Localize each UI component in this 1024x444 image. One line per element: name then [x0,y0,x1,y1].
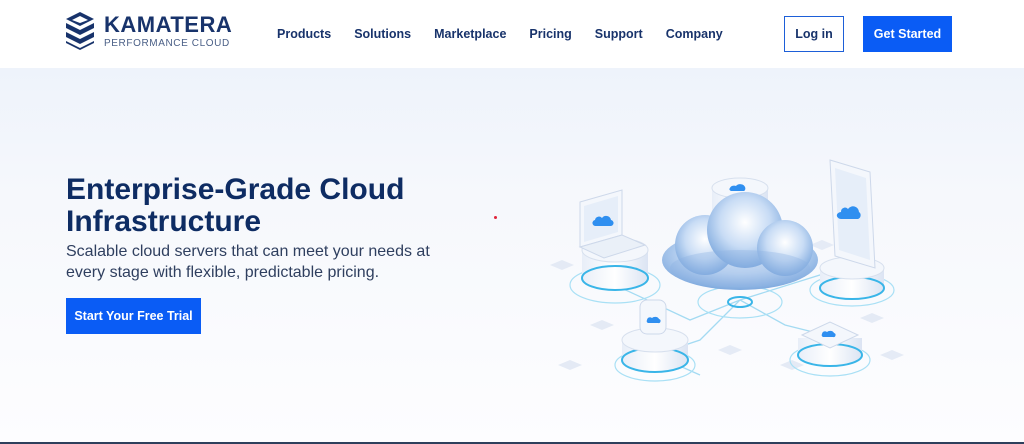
hero-subtitle: Scalable cloud servers that can meet you… [66,243,430,281]
brand-tagline: PERFORMANCE CLOUD [104,37,230,49]
kamatera-logo-icon [66,12,94,50]
nav-item-support[interactable]: Support [595,26,643,42]
decorative-dot [494,216,497,219]
nav-item-pricing[interactable]: Pricing [529,26,571,42]
nav-item-products[interactable]: Products [277,26,331,42]
nav-item-marketplace[interactable]: Marketplace [434,26,506,42]
brand-wordmark: KAMATERA PERFORMANCE CLOUD [104,11,233,50]
server-laptop-node [578,189,649,291]
main-nav: Products Solutions Marketplace Pricing S… [277,26,746,42]
get-started-button[interactable]: Get Started [863,16,952,52]
login-button[interactable]: Log in [784,16,844,52]
cloud-icon [662,192,818,290]
wearable-node [621,299,689,373]
mobile-device-node [819,159,885,300]
brand-logo[interactable]: KAMATERA PERFORMANCE CLOUD [64,11,232,51]
brand-name: KAMATERA [104,11,233,37]
start-free-trial-button[interactable]: Start Your Free Trial [66,298,201,334]
server-box-node [797,321,863,367]
hero-title: Enterprise-Grade Cloud Infrastructure [66,173,405,238]
nav-item-company[interactable]: Company [666,26,723,42]
cloud-infrastructure-illustration [550,159,904,382]
site-header: KAMATERA PERFORMANCE CLOUD Products Solu… [0,0,1024,68]
nav-item-solutions[interactable]: Solutions [354,26,411,42]
